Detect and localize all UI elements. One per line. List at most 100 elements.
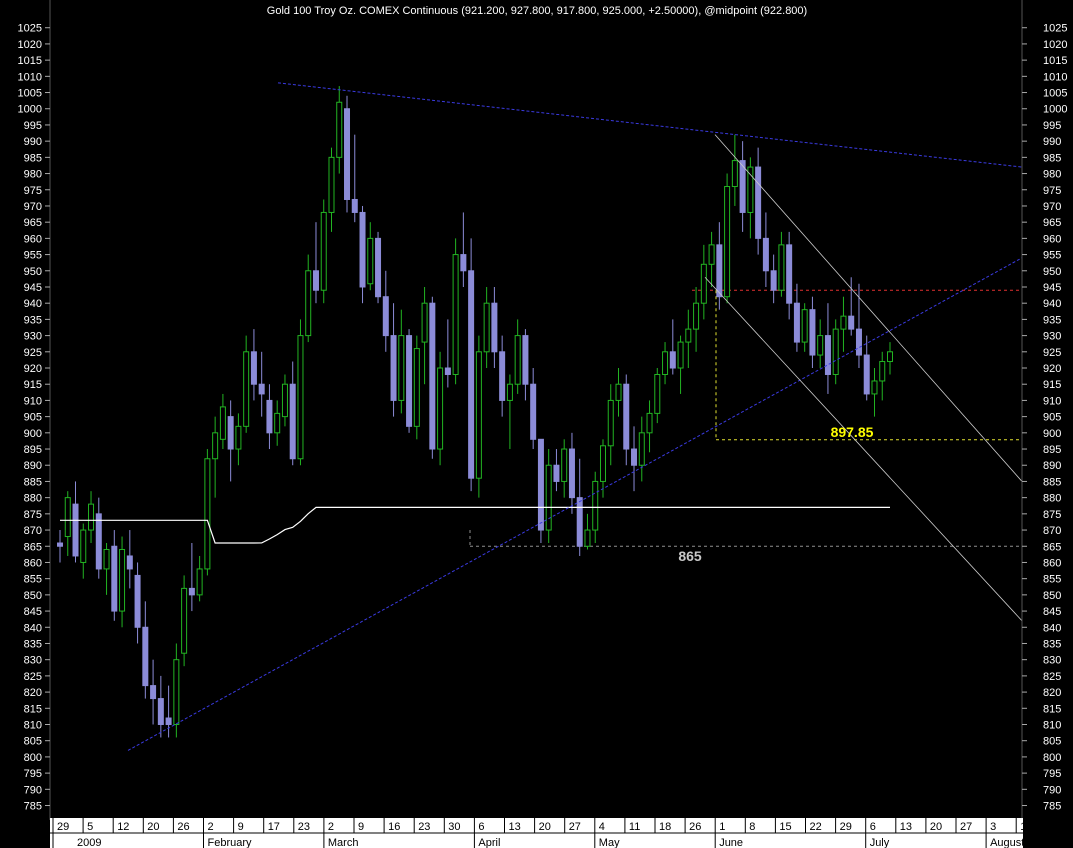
y-tick-label-right: 950 <box>1043 266 1061 278</box>
y-tick-label-right: 855 <box>1043 574 1061 586</box>
y-tick-label-right: 905 <box>1043 412 1061 424</box>
candle-body <box>599 445 606 482</box>
x-day-label: 15 <box>779 821 791 833</box>
candle-body <box>444 367 451 375</box>
x-day-label: 9 <box>358 821 364 833</box>
y-tick-label-right: 860 <box>1043 557 1061 569</box>
x-day-label: 29 <box>840 821 852 833</box>
y-tick-label-right: 810 <box>1043 719 1061 731</box>
y-tick-label-left: 1015 <box>18 55 42 67</box>
x-day-label: 11 <box>629 821 640 833</box>
y-tick-label-right: 915 <box>1043 379 1061 391</box>
y-tick-label-left: 810 <box>24 719 42 731</box>
y-tick-label-right: 965 <box>1043 217 1061 229</box>
candle-body <box>320 211 327 291</box>
candle-body <box>382 296 389 337</box>
y-tick-label-right: 935 <box>1043 314 1061 326</box>
candle-body <box>305 270 312 337</box>
y-tick-label-right: 910 <box>1043 395 1061 407</box>
y-tick-label-left: 990 <box>24 136 42 148</box>
x-day-label: 2 <box>208 821 214 833</box>
y-tick-label-left: 995 <box>24 120 42 132</box>
candle-body <box>173 659 180 725</box>
candle-body <box>188 587 195 596</box>
candle-body <box>390 335 397 401</box>
candle-body <box>227 416 234 450</box>
candle-body <box>708 244 715 265</box>
candle-body <box>328 156 335 213</box>
candle-body <box>561 448 568 482</box>
candle-body <box>103 548 110 570</box>
x-month-label: April <box>478 837 500 848</box>
y-tick-label-left: 785 <box>24 801 42 813</box>
chart-title: Gold 100 Troy Oz. COMEX Continuous (921.… <box>267 5 807 17</box>
candle-body <box>716 244 723 298</box>
candle-body <box>429 302 436 450</box>
y-tick-label-left: 865 <box>24 541 42 553</box>
y-tick-label-left: 795 <box>24 768 42 780</box>
y-tick-label-left: 1000 <box>18 104 42 116</box>
candle-body <box>413 348 420 427</box>
x-day-label: 20 <box>930 821 942 833</box>
candle-body <box>863 354 870 395</box>
candle-body <box>165 717 172 725</box>
y-tick-label-right: 970 <box>1043 201 1061 213</box>
candle-body <box>693 302 700 330</box>
y-tick-label-right: 895 <box>1043 444 1061 456</box>
y-tick-label-right: 835 <box>1043 638 1061 650</box>
y-tick-label-right: 815 <box>1043 703 1061 715</box>
candle-body <box>778 244 785 291</box>
y-tick-label-left: 1010 <box>18 71 42 83</box>
y-tick-label-right: 820 <box>1043 687 1061 699</box>
y-tick-label-left: 845 <box>24 606 42 618</box>
x-day-label: 20 <box>147 821 159 833</box>
candle-body <box>181 587 188 654</box>
x-day-label: 8 <box>749 821 755 833</box>
candle-body <box>57 542 63 547</box>
y-tick-label-left: 980 <box>24 169 42 181</box>
candle-body <box>770 270 777 291</box>
y-tick-label-right: 880 <box>1043 493 1061 505</box>
y-tick-label-left: 965 <box>24 217 42 229</box>
candle-body <box>274 412 281 434</box>
candle-body <box>817 335 824 356</box>
candle-body <box>662 351 669 375</box>
candle-body <box>437 367 444 450</box>
candle-body <box>537 438 544 531</box>
x-day-label: 27 <box>569 821 581 833</box>
candle-body <box>879 361 886 382</box>
y-tick-label-left: 985 <box>24 152 42 164</box>
y-tick-label-right: 790 <box>1043 784 1061 796</box>
y-tick-label-left: 915 <box>24 379 42 391</box>
y-tick-label-left: 880 <box>24 493 42 505</box>
x-month-label: August <box>990 837 1024 848</box>
candle-body <box>250 351 257 385</box>
candle-body <box>281 383 288 418</box>
x-day-label: 9 <box>238 821 244 833</box>
y-tick-label-left: 875 <box>24 509 42 521</box>
y-tick-label-left: 960 <box>24 233 42 245</box>
y-tick-label-left: 895 <box>24 444 42 456</box>
candle-body <box>607 399 614 447</box>
y-tick-label-right: 1005 <box>1043 88 1067 100</box>
y-tick-label-left: 825 <box>24 671 42 683</box>
y-tick-label-right: 980 <box>1043 169 1061 181</box>
y-tick-label-left: 820 <box>24 687 42 699</box>
annotation-target-price: 897.85 <box>831 424 874 440</box>
x-day-label: 3 <box>990 821 996 833</box>
y-tick-label-left: 890 <box>24 460 42 472</box>
candle-body <box>95 513 102 570</box>
x-day-label: 22 <box>810 821 822 833</box>
y-tick-label-right: 995 <box>1043 120 1061 132</box>
x-month-label: July <box>870 837 890 848</box>
y-tick-label-right: 1025 <box>1043 23 1067 35</box>
candle-body <box>491 302 498 353</box>
candle-body <box>119 548 126 612</box>
candle-body <box>669 351 676 369</box>
candle-body <box>747 166 754 213</box>
y-tick-label-right: 960 <box>1043 233 1061 245</box>
candle-body <box>848 315 855 330</box>
candle-body <box>584 529 591 547</box>
annotation-support-price: 865 <box>678 548 702 564</box>
y-tick-label-left: 940 <box>24 298 42 310</box>
